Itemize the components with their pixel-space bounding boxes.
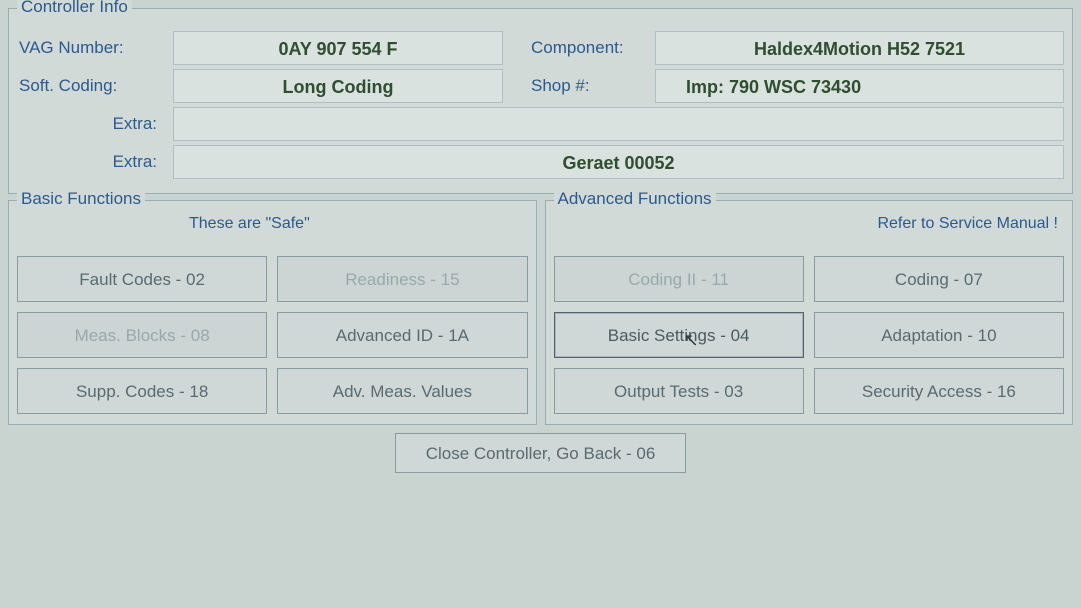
advanced-id-button[interactable]: Advanced ID - 1A bbox=[277, 312, 527, 358]
coding-ii-button[interactable]: Coding II - 11 bbox=[554, 256, 804, 302]
close-controller-button[interactable]: Close Controller, Go Back - 06 bbox=[395, 433, 687, 473]
output-tests-button[interactable]: Output Tests - 03 bbox=[554, 368, 804, 414]
row-coding-shop: Soft. Coding: Long Coding Shop #: Imp: 7… bbox=[17, 69, 1064, 103]
advanced-functions-title: Advanced Functions bbox=[554, 189, 716, 209]
advanced-functions-note: Refer to Service Manual ! bbox=[877, 215, 1058, 233]
soft-coding-field: Long Coding bbox=[173, 69, 503, 103]
row-vag-component: VAG Number: 0AY 907 554 F Component: Hal… bbox=[17, 31, 1064, 65]
row-extra1: Extra: bbox=[17, 107, 1064, 141]
supp-codes-button[interactable]: Supp. Codes - 18 bbox=[17, 368, 267, 414]
basic-settings-label: Basic Settings - 04 bbox=[608, 326, 750, 345]
close-row: Close Controller, Go Back - 06 bbox=[8, 433, 1073, 473]
component-field: Haldex4Motion H52 7521 bbox=[655, 31, 1064, 65]
security-access-button[interactable]: Security Access - 16 bbox=[814, 368, 1064, 414]
adaptation-button[interactable]: Adaptation - 10 bbox=[814, 312, 1064, 358]
shop-label: Shop #: bbox=[529, 76, 649, 96]
controller-info-title: Controller Info bbox=[17, 0, 132, 17]
basic-functions-note: These are "Safe" bbox=[189, 215, 310, 233]
basic-functions-title: Basic Functions bbox=[17, 189, 145, 209]
component-label: Component: bbox=[529, 38, 649, 58]
meas-blocks-button[interactable]: Meas. Blocks - 08 bbox=[17, 312, 267, 358]
vag-number-field: 0AY 907 554 F bbox=[173, 31, 503, 65]
extra2-label: Extra: bbox=[17, 152, 167, 172]
basic-functions-group: Basic Functions These are "Safe" Fault C… bbox=[8, 200, 537, 425]
extra1-field bbox=[173, 107, 1064, 141]
row-extra2: Extra: Geraet 00052 bbox=[17, 145, 1064, 179]
adv-meas-values-button[interactable]: Adv. Meas. Values bbox=[277, 368, 527, 414]
functions-area: Basic Functions These are "Safe" Fault C… bbox=[8, 200, 1073, 425]
extra1-label: Extra: bbox=[17, 114, 167, 134]
soft-coding-label: Soft. Coding: bbox=[17, 76, 167, 96]
basic-button-grid: Fault Codes - 02 Readiness - 15 Meas. Bl… bbox=[17, 256, 528, 414]
basic-settings-button[interactable]: Basic Settings - 04 ↖ bbox=[554, 312, 804, 358]
vag-number-label: VAG Number: bbox=[17, 38, 167, 58]
readiness-button[interactable]: Readiness - 15 bbox=[277, 256, 527, 302]
shop-field: Imp: 790 WSC 73430 bbox=[655, 69, 1064, 103]
fault-codes-button[interactable]: Fault Codes - 02 bbox=[17, 256, 267, 302]
coding-button[interactable]: Coding - 07 bbox=[814, 256, 1064, 302]
advanced-functions-group: Advanced Functions Refer to Service Manu… bbox=[545, 200, 1074, 425]
controller-info-group: Controller Info VAG Number: 0AY 907 554 … bbox=[8, 8, 1073, 194]
advanced-button-grid: Coding II - 11 Coding - 07 Basic Setting… bbox=[554, 256, 1065, 414]
extra2-field: Geraet 00052 bbox=[173, 145, 1064, 179]
